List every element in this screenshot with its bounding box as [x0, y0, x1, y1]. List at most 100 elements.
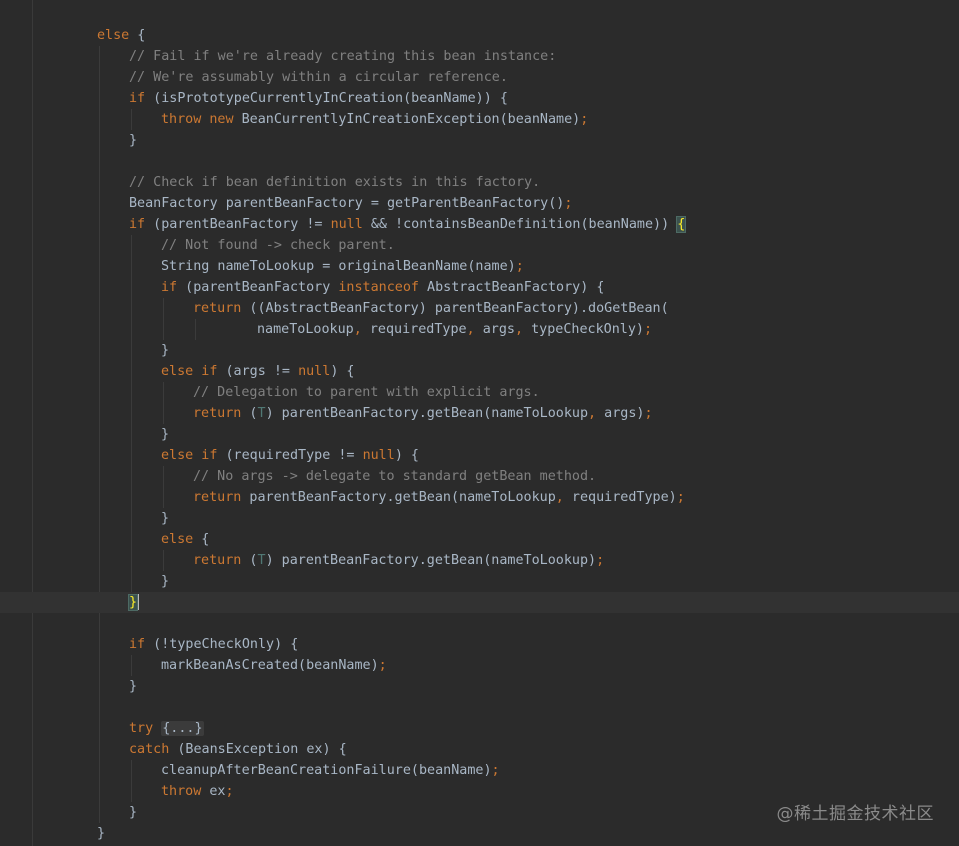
code-line[interactable]: } — [0, 823, 959, 844]
code-line[interactable]: // Check if bean definition exists in th… — [0, 172, 959, 193]
code-line[interactable]: return ((AbstractBeanFactory) parentBean… — [0, 298, 959, 319]
code-token: (!typeCheckOnly) { — [145, 636, 299, 652]
code-line[interactable]: if (!typeCheckOnly) { — [0, 634, 959, 655]
code-line[interactable]: cleanupAfterBeanCreationFailure(beanName… — [0, 760, 959, 781]
code-line[interactable]: else { — [0, 25, 959, 46]
code-token: ; — [580, 111, 589, 127]
code-editor[interactable]: else {// Fail if we're already creating … — [0, 0, 959, 846]
code-line[interactable] — [0, 4, 959, 25]
code-line[interactable]: nameToLookup, requiredType, args, typeCh… — [0, 319, 959, 340]
code-line[interactable]: } — [0, 591, 959, 613]
code-token: } — [161, 510, 170, 526]
code-token: markBeanAsCreated(beanName) — [161, 657, 379, 673]
code-line[interactable]: else if (args != null) { — [0, 361, 959, 382]
code-line[interactable]: } — [0, 508, 959, 529]
code-text: // Delegation to parent with explicit ar… — [193, 382, 540, 403]
code-line[interactable]: // Fail if we're already creating this b… — [0, 46, 959, 67]
code-token: else — [161, 531, 194, 547]
code-line[interactable]: // No args -> delegate to standard getBe… — [0, 466, 959, 487]
code-line[interactable] — [0, 697, 959, 718]
code-token: ( — [241, 405, 258, 421]
code-token: args) — [596, 405, 645, 421]
code-line[interactable]: throw new BeanCurrentlyInCreationExcepti… — [0, 109, 959, 130]
code-token: nameToLookup — [257, 321, 354, 337]
code-text: if (parentBeanFactory instanceof Abstrac… — [161, 277, 604, 298]
code-token: ; — [378, 657, 387, 673]
code-token: } — [161, 342, 170, 358]
code-text: throw ex; — [161, 781, 234, 802]
code-token: (parentBeanFactory != — [145, 216, 331, 232]
code-token: // Not found -> check parent. — [161, 237, 395, 253]
code-token: else — [97, 27, 130, 43]
code-token: } — [129, 678, 138, 694]
code-token: , — [555, 489, 564, 505]
code-token: BeanFactory parentBeanFactory = getParen… — [129, 195, 565, 211]
code-token: } — [129, 804, 138, 820]
code-token: else if — [161, 447, 218, 463]
matched-brace: { — [676, 215, 687, 233]
code-line[interactable]: } — [0, 424, 959, 445]
code-text: } — [161, 424, 169, 445]
code-token: // Check if bean definition exists in th… — [129, 174, 541, 190]
code-token: , — [515, 321, 524, 337]
code-line[interactable] — [0, 613, 959, 634]
code-line[interactable]: // We're assumably within a circular ref… — [0, 67, 959, 88]
code-line[interactable]: } — [0, 130, 959, 151]
code-line[interactable] — [0, 151, 959, 172]
code-line[interactable]: if (parentBeanFactory instanceof Abstrac… — [0, 277, 959, 298]
code-line[interactable]: return (T) parentBeanFactory.getBean(nam… — [0, 403, 959, 424]
code-text: else { — [161, 529, 209, 550]
code-line[interactable]: else { — [0, 529, 959, 550]
code-text: } — [97, 823, 105, 844]
code-token: (parentBeanFactory — [177, 279, 339, 295]
code-line[interactable]: if (isPrototypeCurrentlyInCreation(beanN… — [0, 88, 959, 109]
code-line[interactable]: String nameToLookup = originalBeanName(n… — [0, 256, 959, 277]
code-line[interactable]: // Delegation to parent with explicit ar… — [0, 382, 959, 403]
code-line[interactable]: markBeanAsCreated(beanName); — [0, 655, 959, 676]
code-token: // Delegation to parent with explicit ar… — [193, 384, 540, 400]
code-text: BeanFactory parentBeanFactory = getParen… — [129, 193, 572, 214]
code-line[interactable]: BeanFactory parentBeanFactory = getParen… — [0, 193, 959, 214]
code-token: requiredType — [361, 321, 467, 337]
code-token: ((AbstractBeanFactory) parentBeanFactory… — [241, 300, 669, 316]
code-token: if — [129, 90, 146, 106]
text-caret — [137, 593, 140, 610]
code-token: ) { — [394, 447, 419, 463]
code-text: // Check if bean definition exists in th… — [129, 172, 540, 193]
code-line[interactable]: } — [0, 340, 959, 361]
code-token: ; — [676, 489, 685, 505]
code-token: (isPrototypeCurrentlyInCreation(beanName… — [145, 90, 508, 106]
code-text: // Fail if we're already creating this b… — [129, 46, 556, 67]
code-text: return parentBeanFactory.getBean(nameToL… — [193, 487, 685, 508]
code-token: ) parentBeanFactory.getBean(nameToLookup… — [265, 552, 597, 568]
code-token: (BeansException ex) { — [169, 741, 347, 757]
code-line[interactable]: else if (requiredType != null) { — [0, 445, 959, 466]
code-token: } — [161, 426, 170, 442]
code-token: parentBeanFactory.getBean(nameToLookup — [241, 489, 556, 505]
code-token: } — [97, 825, 106, 841]
code-text: try {...} — [129, 718, 204, 739]
code-line[interactable]: return (T) parentBeanFactory.getBean(nam… — [0, 550, 959, 571]
code-token: ex — [201, 783, 226, 799]
code-token: String nameToLookup = originalBeanName(n… — [161, 258, 516, 274]
code-token: ) { — [330, 363, 355, 379]
code-token: else if — [161, 363, 218, 379]
code-line[interactable]: } — [0, 571, 959, 592]
code-token: catch — [129, 741, 170, 757]
code-line[interactable]: // Not found -> check parent. — [0, 235, 959, 256]
code-line[interactable]: if (parentBeanFactory != null && !contai… — [0, 214, 959, 235]
code-text: if (!typeCheckOnly) { — [129, 634, 298, 655]
folded-code-block[interactable]: {...} — [161, 720, 204, 736]
code-token: cleanupAfterBeanCreationFailure(beanName… — [161, 762, 492, 778]
code-line[interactable]: try {...} — [0, 718, 959, 739]
code-token: (requiredType != — [217, 447, 363, 463]
code-line[interactable]: } — [0, 676, 959, 697]
code-line[interactable]: catch (BeansException ex) { — [0, 739, 959, 760]
code-line[interactable]: return parentBeanFactory.getBean(nameToL… — [0, 487, 959, 508]
code-text: } — [161, 508, 169, 529]
code-text: } — [129, 130, 137, 151]
code-token: throw — [161, 783, 202, 799]
code-text: } — [129, 676, 137, 697]
code-token: ; — [564, 195, 573, 211]
code-token: typeCheckOnly) — [523, 321, 644, 337]
